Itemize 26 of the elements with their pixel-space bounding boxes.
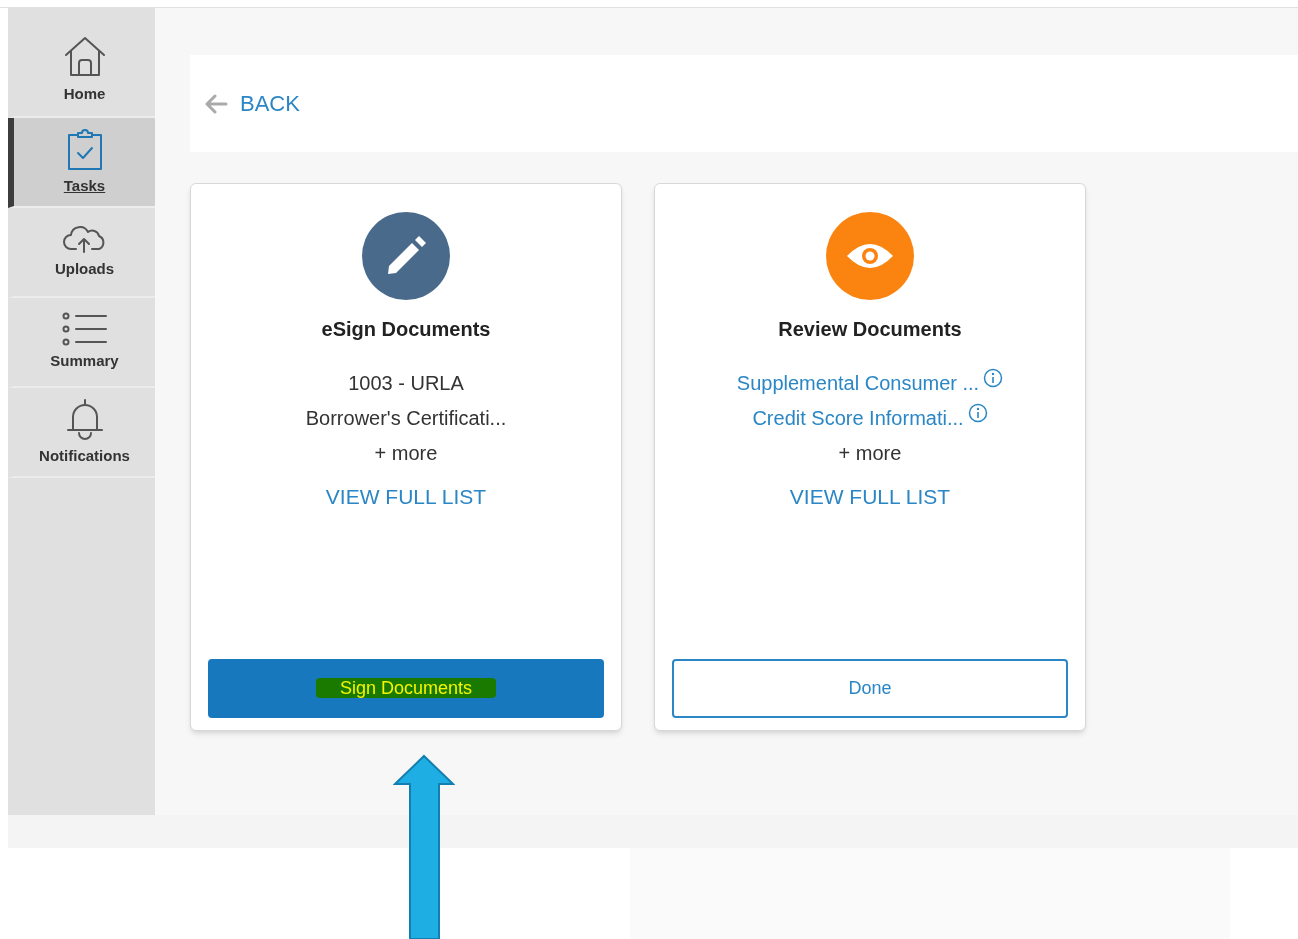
view-full-list-link[interactable]: VIEW FULL LIST	[789, 481, 951, 513]
nav-label: Summary	[50, 350, 119, 371]
back-link[interactable]: BACK	[204, 87, 300, 120]
card-title: eSign Documents	[321, 317, 491, 342]
document-name: Borrower's Certificati...	[305, 406, 507, 431]
list-icon	[61, 311, 108, 346]
document-link[interactable]: Supplemental Consumer ...	[736, 366, 980, 401]
card-title: Review Documents	[778, 317, 962, 342]
sign-documents-button[interactable]: Sign Documents	[208, 659, 604, 718]
document-link[interactable]: Credit Score Informati...	[752, 401, 964, 436]
nav-label: Tasks	[63, 175, 106, 196]
back-arrow-icon	[204, 93, 228, 114]
done-button[interactable]: Done	[672, 659, 1068, 718]
view-full-list-link[interactable]: VIEW FULL LIST	[325, 481, 487, 513]
nav-label: Uploads	[54, 258, 115, 279]
nav-label: Home	[63, 83, 106, 104]
document-name: 1003 - URLA	[348, 371, 464, 396]
eye-icon	[826, 212, 914, 300]
more-text: + more	[374, 441, 438, 466]
pencil-icon	[362, 212, 450, 300]
info-icon[interactable]	[983, 368, 1004, 388]
more-text: + more	[838, 441, 902, 466]
bell-icon	[64, 396, 105, 441]
nav-label: Notifications	[39, 445, 130, 466]
nav-item[interactable]: Tasks	[8, 118, 155, 208]
info-icon[interactable]	[967, 403, 988, 423]
